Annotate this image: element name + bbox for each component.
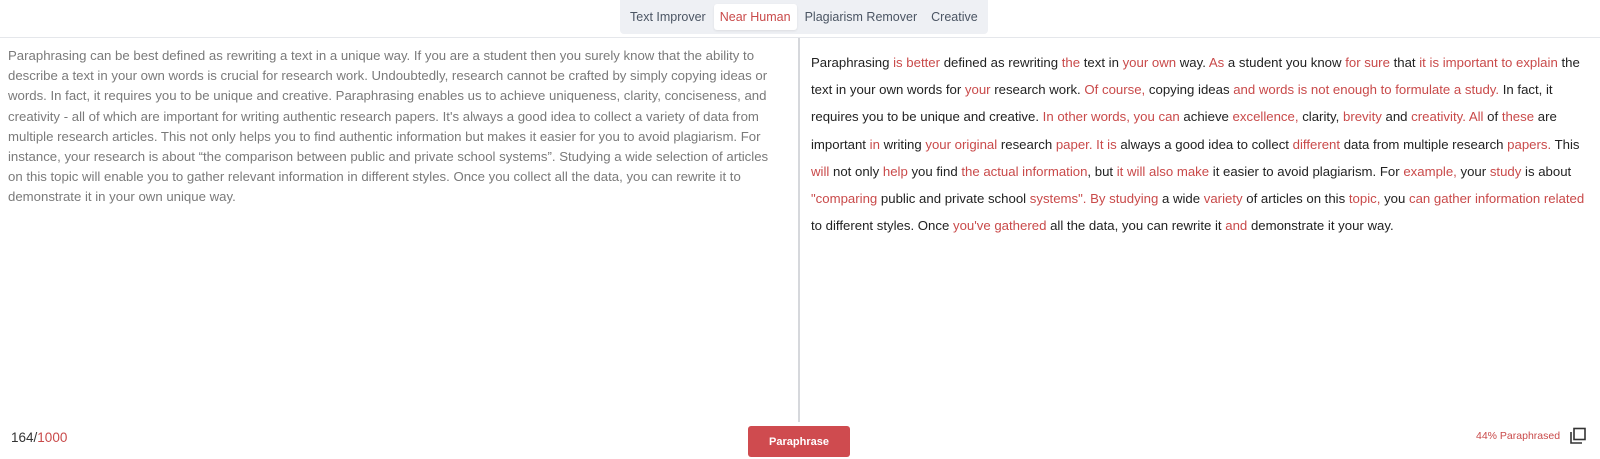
unchanged-text-segment: your (1456, 163, 1490, 179)
changed-text-segment: is better (893, 55, 941, 70)
unchanged-text-segment: to different styles. Once (811, 218, 953, 234)
unchanged-text-segment: you find (907, 163, 962, 179)
changed-text-segment: these (1501, 109, 1535, 125)
unchanged-text-segment: way. (1176, 55, 1209, 70)
changed-text-segment: Of course, (1084, 82, 1146, 98)
pane-divider (798, 38, 800, 422)
changed-text-segment: "comparing (811, 191, 878, 207)
changed-text-segment: creativity. All (1411, 109, 1484, 125)
changed-text-segment: and words is not enough to formulate a s… (1233, 82, 1500, 98)
tab-text-improver[interactable]: Text Improver (624, 4, 712, 30)
changed-text-segment: brevity (1342, 109, 1382, 125)
unchanged-text-segment: always a good idea to collect (1116, 136, 1293, 152)
changed-text-segment: it is important to explain (1419, 55, 1558, 70)
tab-creative[interactable]: Creative (925, 4, 984, 30)
changed-text-segment: your (964, 82, 991, 98)
unchanged-text-segment: defined as rewriting (940, 55, 1062, 70)
paraphrased-percent: 44% Paraphrased (1476, 430, 1561, 442)
word-count-current: 164 (11, 430, 34, 445)
changed-text-segment: can gather information related (1409, 191, 1585, 207)
unchanged-text-segment: of (1483, 109, 1502, 125)
unchanged-text-segment: achieve (1179, 109, 1233, 125)
unchanged-text-segment: text in (1080, 55, 1123, 70)
unchanged-text-segment: research (997, 136, 1056, 152)
copy-icon[interactable] (1569, 427, 1587, 445)
output-text-area[interactable]: Paraphrasing is better defined as rewrit… (811, 49, 1591, 239)
changed-text-segment: variety (1203, 191, 1243, 207)
word-counter: 164/1000 (11, 430, 67, 445)
changed-text-segment: paper. It is (1055, 136, 1117, 152)
changed-text-segment: In other words, you can (1042, 109, 1180, 125)
tab-plagiarism-remover[interactable]: Plagiarism Remover (799, 4, 924, 30)
changed-text-segment: the actual information (961, 163, 1088, 179)
changed-text-segment: your own (1122, 55, 1177, 70)
unchanged-text-segment: research work. (990, 82, 1085, 98)
changed-text-segment: for sure (1345, 55, 1390, 70)
unchanged-text-segment: it easier to avoid plagiarism. For (1209, 163, 1404, 179)
tab-near-human[interactable]: Near Human (713, 4, 797, 30)
header-divider (0, 37, 1600, 38)
changed-text-segment: excellence, (1232, 109, 1299, 125)
changed-text-segment: systems". By studying (1029, 191, 1159, 207)
unchanged-text-segment: all the data, you can rewrite it (1046, 218, 1226, 234)
changed-text-segment: will (811, 163, 830, 179)
word-count-max: 1000 (37, 430, 68, 445)
unchanged-text-segment: Paraphrasing (811, 55, 894, 70)
changed-text-segment: your original (925, 136, 998, 152)
unchanged-text-segment: public and private school (877, 191, 1030, 207)
changed-text-segment: the (1061, 55, 1081, 70)
paraphrase-button[interactable]: Paraphrase (748, 426, 850, 457)
unchanged-text-segment: you (1380, 191, 1409, 207)
unchanged-text-segment: a student you know (1224, 55, 1346, 70)
unchanged-text-segment: data from multiple research (1340, 136, 1508, 152)
paraphraser-page: Text Improver Near Human Plagiarism Remo… (0, 0, 1600, 459)
changed-text-segment: help (882, 163, 908, 179)
unchanged-text-segment: a wide (1158, 191, 1204, 207)
unchanged-text-segment: of articles on this (1242, 191, 1349, 207)
changed-text-segment: papers. (1507, 136, 1552, 152)
unchanged-text-segment: demonstrate it your way. (1247, 218, 1394, 234)
changed-text-segment: in (869, 136, 880, 152)
changed-text-segment: different (1292, 136, 1341, 152)
unchanged-text-segment: is about (1521, 163, 1572, 179)
changed-text-segment: study (1489, 163, 1522, 179)
unchanged-text-segment: This (1551, 136, 1580, 152)
unchanged-text-segment: copying ideas (1145, 82, 1234, 98)
unchanged-text-segment: , but (1087, 163, 1117, 179)
unchanged-text-segment: and (1381, 109, 1412, 125)
changed-text-segment: As (1208, 55, 1225, 70)
input-text-area[interactable]: Paraphrasing can be best defined as rewr… (8, 46, 778, 208)
mode-tabs: Text Improver Near Human Plagiarism Remo… (620, 0, 988, 34)
changed-text-segment: topic, (1348, 191, 1381, 207)
changed-text-segment: it will also make (1116, 163, 1210, 179)
unchanged-text-segment: that (1389, 55, 1420, 70)
changed-text-segment: example, (1403, 163, 1457, 179)
changed-text-segment: and (1225, 218, 1248, 234)
unchanged-text-segment: clarity, (1298, 109, 1343, 125)
unchanged-text-segment: not only (829, 163, 883, 179)
unchanged-text-segment: writing (879, 136, 926, 152)
changed-text-segment: you've gathered (952, 218, 1047, 234)
